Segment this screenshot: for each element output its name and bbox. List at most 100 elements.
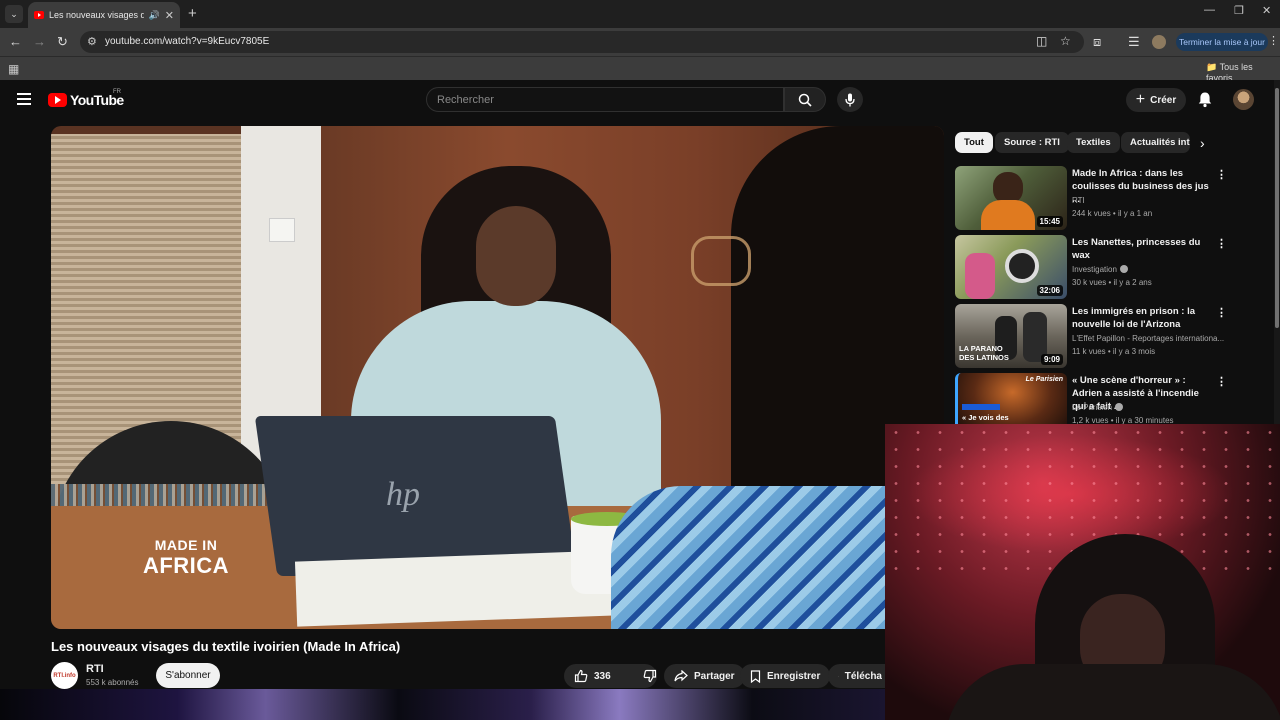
overlay-line-1: MADE IN xyxy=(154,537,218,553)
share-arrow-icon xyxy=(674,670,688,682)
channel-name[interactable]: RTI xyxy=(86,663,104,675)
region-code: FR xyxy=(113,89,121,95)
site-settings-icon[interactable]: ⚙ xyxy=(87,35,97,48)
recommendation-item[interactable]: 15:45 Made In Africa : dans les coulisse… xyxy=(955,166,1235,232)
share-label: Partager xyxy=(694,670,735,682)
channel-avatar[interactable]: RTI.info xyxy=(51,662,78,689)
update-browser-button[interactable]: Terminer la mise à jour xyxy=(1176,33,1268,51)
more-options-icon[interactable]: ⋮ xyxy=(1216,237,1227,250)
new-tab-plus-icon[interactable]: + xyxy=(188,5,197,22)
reload-icon[interactable]: ↻ xyxy=(57,34,68,50)
thumbs-up-icon xyxy=(574,669,588,683)
share-button[interactable]: Partager xyxy=(664,664,745,688)
media-controls-icon[interactable]: ☰ xyxy=(1128,34,1140,50)
like-dislike-group: 336 xyxy=(564,664,657,688)
tab-search-chevron-icon[interactable]: ⌄ xyxy=(5,5,23,23)
user-avatar[interactable] xyxy=(1233,89,1254,110)
made-in-africa-overlay: MADE IN AFRICA xyxy=(141,537,231,579)
chip-textiles[interactable]: Textiles xyxy=(1067,132,1120,153)
speaker-icon[interactable]: 🔊 xyxy=(149,10,160,21)
bottom-video-strip xyxy=(0,689,885,720)
bookmark-star-icon[interactable]: ☆ xyxy=(1060,34,1071,48)
recommendation-meta: 11 k vues • il y a 3 mois xyxy=(1072,347,1156,356)
webcam-overlay xyxy=(885,424,1280,720)
duration-badge: 32:06 xyxy=(1036,285,1063,296)
hamburger-menu-icon[interactable] xyxy=(17,93,31,108)
thumb-fan xyxy=(1005,249,1039,283)
window-close-icon[interactable]: ✕ xyxy=(1262,4,1271,17)
more-options-icon[interactable]: ⋮ xyxy=(1216,375,1227,388)
browser-toolbar: ← → ↻ ⚙ youtube.com/watch?v=9kEucv7805E … xyxy=(0,28,1280,56)
search-icon xyxy=(798,93,812,107)
more-options-icon[interactable]: ⋮ xyxy=(1216,306,1227,319)
browser-menu-icon[interactable]: ⋮ xyxy=(1268,34,1279,47)
save-button[interactable]: Enregistrer xyxy=(740,664,831,688)
search-input[interactable]: Rechercher xyxy=(426,87,784,112)
tab-close-icon[interactable]: ✕ xyxy=(165,9,174,22)
download-button[interactable]: Télécha xyxy=(828,664,892,688)
recommendation-item[interactable]: 32:06 Les Nanettes, princesses du wax In… xyxy=(955,235,1235,301)
like-count: 336 xyxy=(594,670,611,682)
recommendation-channel[interactable]: L'Effet Papillon - Reportages internatio… xyxy=(1072,334,1227,343)
search-button[interactable] xyxy=(784,87,826,112)
recommendation-channel[interactable]: Le Parisien xyxy=(1072,403,1227,412)
chevron-right-icon[interactable]: › xyxy=(1200,135,1205,151)
save-label: Enregistrer xyxy=(767,670,821,682)
notifications-bell-icon[interactable] xyxy=(1197,91,1213,108)
browser-tab[interactable]: Les nouveaux visages du te 🔊 ✕ xyxy=(28,2,180,28)
download-icon xyxy=(838,675,839,677)
create-button[interactable]: + Créer xyxy=(1126,88,1186,112)
youtube-favicon-icon xyxy=(34,11,44,19)
url-text[interactable]: youtube.com/watch?v=9kEucv7805E xyxy=(105,36,269,47)
recommendation-channel-name: Investigation xyxy=(1072,265,1117,274)
like-button[interactable]: 336 xyxy=(564,664,621,688)
back-arrow-icon[interactable]: ← xyxy=(9,34,22,49)
video-frame-glasses xyxy=(691,236,751,286)
youtube-play-logo-icon xyxy=(48,93,67,107)
download-label: Télécha xyxy=(844,670,882,682)
extensions-icon[interactable]: ⧈ xyxy=(1093,34,1101,50)
maximize-icon[interactable]: ❐ xyxy=(1234,4,1244,17)
forward-arrow-icon[interactable]: → xyxy=(33,34,46,49)
apps-grid-icon[interactable]: ▦ xyxy=(8,62,19,76)
minimize-icon[interactable]: — xyxy=(1204,4,1215,16)
video-frame-presenter-face xyxy=(476,206,556,306)
video-frame-papers xyxy=(294,550,618,627)
recommendation-meta: 30 k vues • il y a 2 ans xyxy=(1072,278,1152,287)
install-app-icon[interactable]: ◫ xyxy=(1036,34,1047,48)
webcam-person-shoulders xyxy=(945,664,1280,720)
tab-title: Les nouveaux visages du te xyxy=(49,10,144,20)
video-thumbnail[interactable]: 32:06 xyxy=(955,235,1067,299)
chip-actualites[interactable]: Actualités inte xyxy=(1121,132,1190,153)
voice-search-button[interactable] xyxy=(837,87,863,112)
dislike-button[interactable] xyxy=(633,664,667,688)
thumb-text: LA PARANO DES LATINOS xyxy=(959,344,1009,362)
browser-tab-bar: ⌄ Les nouveaux visages du te 🔊 ✕ + — ❐ ✕ xyxy=(0,0,1280,28)
search-placeholder: Rechercher xyxy=(437,94,494,106)
thumb-text: « Je vois des xyxy=(962,413,1009,422)
recommendation-title[interactable]: Les immigrés en prison : la nouvelle loi… xyxy=(1072,305,1210,331)
thumb-label-bar xyxy=(962,404,1000,410)
verified-badge-icon xyxy=(1119,265,1128,273)
address-bar[interactable]: ⚙ youtube.com/watch?v=9kEucv7805E ◫ ☆ xyxy=(80,31,1084,53)
recommendation-channel[interactable]: Investigation xyxy=(1072,265,1227,274)
chip-source-rti[interactable]: Source : RTI xyxy=(995,132,1069,153)
recommendation-channel[interactable]: RTI xyxy=(1072,196,1227,205)
subscribe-button[interactable]: S'abonner xyxy=(156,663,220,688)
video-frame-laptop-logo: hp xyxy=(386,476,420,513)
recommendation-item[interactable]: LA PARANO DES LATINOS 9:09 Les immigrés … xyxy=(955,304,1235,370)
video-player[interactable]: hp MADE IN AFRICA xyxy=(51,126,944,629)
video-thumbnail[interactable]: LA PARANO DES LATINOS 9:09 xyxy=(955,304,1067,368)
plus-icon: + xyxy=(1135,91,1146,108)
subscriber-count: 553 k abonnés xyxy=(86,678,139,687)
recommendation-title[interactable]: Les Nanettes, princesses du wax xyxy=(1072,236,1210,262)
video-thumbnail[interactable]: 15:45 xyxy=(955,166,1067,230)
thumb-person-shirt xyxy=(981,200,1035,230)
more-options-icon[interactable]: ⋮ xyxy=(1216,168,1227,181)
chip-all[interactable]: Tout xyxy=(955,132,993,153)
verified-badge-icon xyxy=(1115,403,1124,411)
browser-profile-avatar[interactable] xyxy=(1152,35,1166,49)
scrollbar-thumb[interactable] xyxy=(1275,88,1279,328)
thumbs-down-icon xyxy=(643,669,656,683)
thumb-brand: Le Parisien xyxy=(1025,376,1063,383)
